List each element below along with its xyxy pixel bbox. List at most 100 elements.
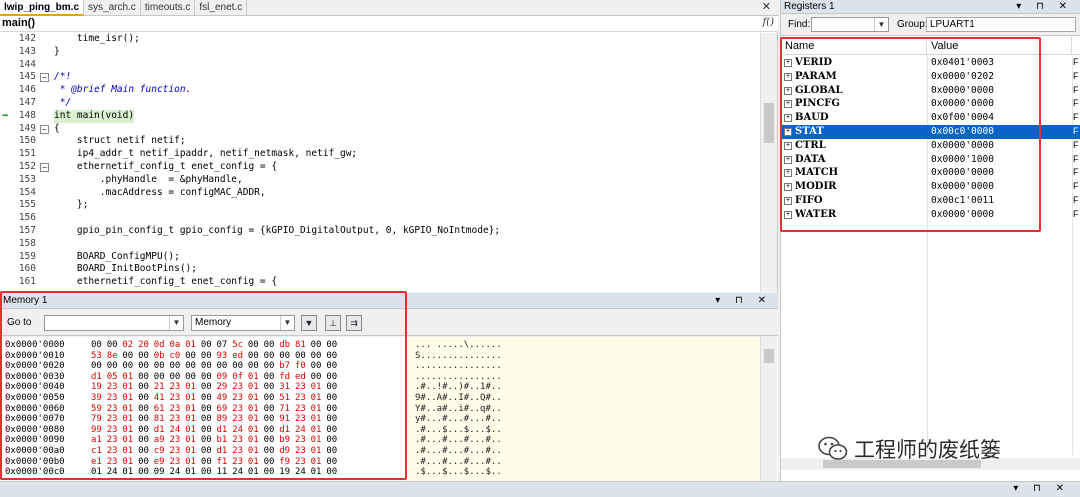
- code-text: struct netif netif;: [54, 135, 186, 147]
- code-text: ip4_addr_t netif_ipaddr, netif_netmask, …: [54, 148, 358, 160]
- chevron-down-icon[interactable]: ▼: [874, 18, 888, 31]
- line-number: 147: [18, 96, 36, 108]
- code-line[interactable]: 155 };: [0, 199, 760, 212]
- editor-scrollbar[interactable]: [760, 33, 777, 292]
- current-line-arrow-icon: ➡: [2, 108, 9, 122]
- window-controls[interactable]: ▾ ⊓ ✕: [715, 293, 772, 309]
- register-column-3: F: [1073, 57, 1079, 67]
- code-line[interactable]: 160 BOARD_InitBootPins();: [0, 263, 760, 276]
- code-line[interactable]: 150 struct netif netif;: [0, 135, 760, 148]
- code-text: int main(void): [54, 109, 135, 123]
- group-field[interactable]: LPUART1: [926, 17, 1076, 32]
- registers-title-bar: Registers 1 ▾ ⊓ ✕: [781, 0, 1080, 14]
- find-input[interactable]: ▼: [811, 17, 889, 32]
- code-text: .phyHandle = &phyHandle,: [54, 173, 243, 185]
- memory-ascii: 9#..A#..I#..Q#..: [415, 393, 502, 403]
- register-column-3: F: [1073, 167, 1079, 178]
- memory-ascii: .#...#...#...#..: [415, 456, 502, 467]
- registers-highlight-box: [780, 37, 1041, 232]
- code-line[interactable]: 161 ethernetif_config_t enet_config = {: [0, 276, 760, 289]
- register-column-3: F: [1073, 84, 1079, 95]
- code-line[interactable]: 151 ip4_addr_t netif_ipaddr, netif_netma…: [0, 148, 760, 161]
- watermark-text: 工程师的废纸篓: [854, 438, 1001, 462]
- code-text: * @brief Main function.: [54, 84, 192, 96]
- code-line[interactable]: 154 .macAddress = configMAC_ADDR,: [0, 187, 760, 200]
- line-number: 158: [18, 237, 36, 249]
- code-text: BOARD_ConfigMPU();: [54, 250, 180, 262]
- code-text: ethernetif_config_t enet_config = {: [54, 160, 278, 172]
- fold-toggle-icon[interactable]: −: [40, 124, 49, 134]
- memory-ascii: ................: [415, 371, 502, 382]
- code-text: }: [54, 45, 60, 57]
- code-line[interactable]: 157 gpio_pin_config_t gpio_config = {kGP…: [0, 225, 760, 238]
- registers-title: Registers 1: [784, 1, 835, 12]
- function-list-icon[interactable]: f(): [762, 17, 774, 28]
- line-number: 148: [18, 109, 36, 121]
- memory-ascii: .#..!#..)#..1#..: [415, 382, 502, 393]
- code-line[interactable]: 158: [0, 238, 760, 251]
- line-number: 156: [18, 212, 36, 224]
- code-text: */: [54, 96, 72, 108]
- group-label: Group:: [897, 19, 928, 30]
- memory-ascii: .$...$...$...$..: [415, 467, 502, 478]
- line-number: 151: [18, 148, 36, 160]
- line-number: 146: [18, 84, 36, 96]
- editor-tab[interactable]: timeouts.c: [141, 0, 196, 16]
- code-line[interactable]: 147 */: [0, 97, 760, 110]
- fold-toggle-icon[interactable]: −: [40, 73, 49, 83]
- memory-ascii: Y#..a#..i#..q#..: [415, 403, 502, 414]
- tab-label: timeouts.c: [144, 2, 191, 13]
- line-number: 149: [18, 122, 36, 134]
- line-number: 142: [18, 33, 36, 44]
- register-column-3: F: [1073, 112, 1079, 123]
- editor-tab[interactable]: fsl_enet.c: [195, 0, 248, 16]
- code-line[interactable]: 144: [0, 59, 760, 72]
- window-controls[interactable]: ▾ ⊓ ✕: [1016, 0, 1073, 14]
- memory-ascii: ................: [415, 361, 502, 372]
- line-number: 152: [18, 160, 36, 172]
- register-column-3: F: [1073, 208, 1079, 219]
- code-line[interactable]: ➡ 148 int main(void): [0, 108, 760, 123]
- memory-ascii: y#...#...#...#..: [415, 414, 502, 425]
- memory-scrollbar[interactable]: [760, 337, 777, 481]
- code-line[interactable]: 146 * @brief Main function.: [0, 84, 760, 97]
- code-editor: lwip_ping_bm.c sys_arch.c timeouts.c fsl_en…: [0, 0, 778, 292]
- code-area[interactable]: 142 time_isr(); 143} 144 145−/*! 146 * @brie…: [0, 33, 760, 292]
- fold-toggle-icon[interactable]: −: [40, 162, 49, 172]
- memory-ascii: S...............: [415, 350, 502, 361]
- code-line[interactable]: 143}: [0, 46, 760, 59]
- register-column-3: F: [1073, 98, 1079, 109]
- code-line[interactable]: 149−{: [0, 123, 760, 136]
- line-number: 157: [18, 224, 36, 236]
- code-text: ethernetif_config_t enet_config = {: [54, 276, 278, 288]
- register-column-3: F: [1073, 139, 1079, 150]
- register-column-3: F: [1073, 126, 1079, 136]
- register-column-3: F: [1073, 70, 1079, 81]
- editor-tab[interactable]: lwip_ping_bm.c: [0, 0, 85, 16]
- scroll-thumb[interactable]: [764, 349, 774, 363]
- line-number: 161: [18, 276, 36, 288]
- close-icon[interactable]: ✕: [762, 0, 771, 15]
- line-number: 143: [18, 45, 36, 57]
- line-number: 153: [18, 173, 36, 185]
- line-number: 160: [18, 263, 36, 275]
- scroll-thumb[interactable]: [764, 103, 774, 143]
- line-number: 154: [18, 186, 36, 198]
- window-controls[interactable]: ▾ ⊓ ✕: [1013, 483, 1070, 494]
- code-line[interactable]: 152− ethernetif_config_t enet_config = {: [0, 161, 760, 174]
- code-line[interactable]: 159 BOARD_ConfigMPU();: [0, 251, 760, 264]
- code-line[interactable]: 153 .phyHandle = &phyHandle,: [0, 174, 760, 187]
- bottom-panel-bar: ▾ ⊓ ✕: [0, 481, 1080, 497]
- register-column-3: F: [1073, 181, 1079, 192]
- editor-tab-bar: lwip_ping_bm.c sys_arch.c timeouts.c fsl_en…: [0, 0, 778, 16]
- register-column-3: F: [1073, 153, 1079, 164]
- memory-ascii: .#...$...$...$..: [415, 424, 502, 435]
- code-text: /*!: [54, 71, 72, 83]
- code-line[interactable]: 156: [0, 212, 760, 225]
- memory-highlight-box: [0, 291, 407, 480]
- code-line[interactable]: 142 time_isr();: [0, 33, 760, 46]
- editor-tab[interactable]: sys_arch.c: [84, 0, 141, 16]
- function-name[interactable]: main(): [2, 17, 35, 29]
- code-text: .macAddress = configMAC_ADDR,: [54, 186, 266, 198]
- code-line[interactable]: 145−/*!: [0, 71, 760, 84]
